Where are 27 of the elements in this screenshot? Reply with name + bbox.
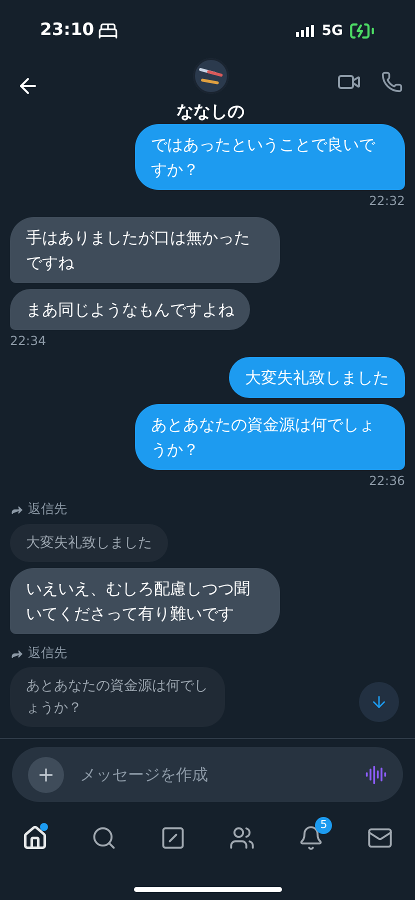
phone-icon [381,71,403,93]
message-bubble: ではあったということで良いですか？ [135,124,405,190]
network-type: 5G [322,22,343,40]
status-time: 23:10 [40,19,94,42]
reply-label: 返信先 [10,644,67,664]
message-time: 22:36 [368,472,405,490]
scroll-down-button[interactable] [359,682,399,722]
message-bubble: あとあなたの資金源は何でしょうか？ [135,404,405,470]
sleep-icon [98,21,118,41]
phone-button[interactable] [381,71,403,93]
arrow-down-icon [370,693,388,711]
contact-name[interactable]: ななしの [176,100,244,126]
notification-count: 5 [315,817,332,834]
message-bubble: 手はありましたが口は無かったですね [10,216,280,283]
message-bubble: 大変失礼致しました [229,356,405,398]
message-input[interactable]: メッセージを作成 [80,762,349,786]
reply-label: 返信先 [10,500,67,520]
message-bubble: まあ同じようなもんですよね [10,288,250,330]
message-bubble: いえいえ、むしろ配慮しつつ聞いてくださって有り難いです [10,568,280,634]
quoted-message[interactable]: あとあなたの資金源は何でしょうか？ [10,667,225,728]
quoted-message[interactable]: 大変失礼致しました [10,524,168,562]
voice-icon[interactable] [365,764,387,786]
add-button[interactable] [28,756,64,792]
signal-icon [296,25,316,37]
message-composer[interactable]: メッセージを作成 [12,747,403,802]
message-time: 22:34 [10,332,46,350]
message-time: 22:32 [368,192,405,210]
